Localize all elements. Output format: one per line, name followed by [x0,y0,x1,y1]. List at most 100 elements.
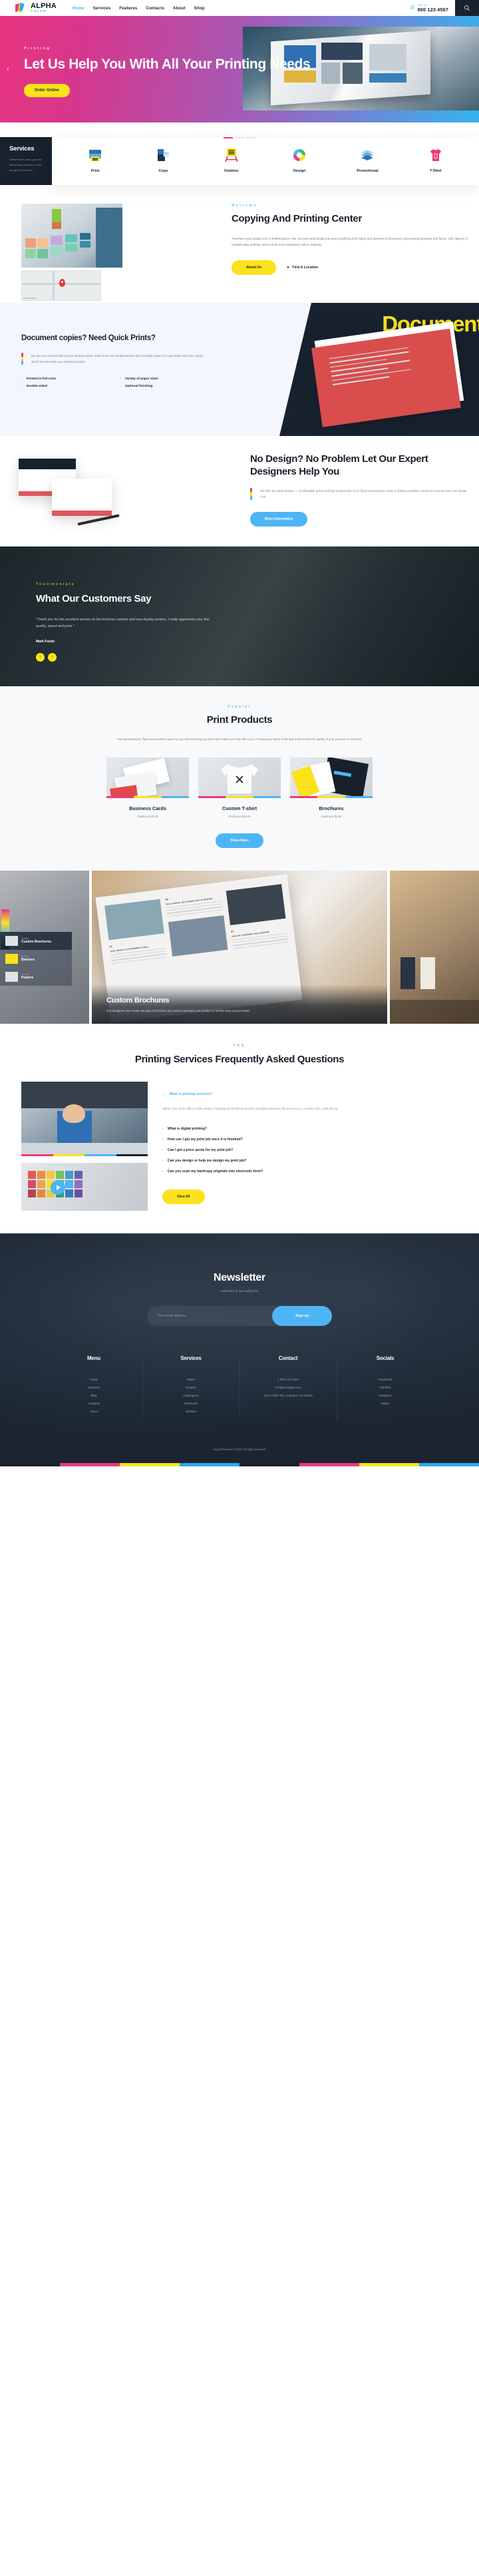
footer-link[interactable]: Services [45,1384,142,1392]
chevron-right-icon: › [120,376,121,381]
faq-kicker: FAQ [234,1043,245,1048]
gallery-right-image [390,870,479,1024]
feature-item: › Double-sided [21,384,109,389]
call-us-block[interactable]: ✆ Call us 800 123 4567 [410,3,455,13]
about-us-button[interactable]: About Us [232,260,277,276]
thumbnail-icon [5,935,18,946]
service-label-copy: Copy [158,169,168,173]
show-more-button[interactable]: Show More [216,833,263,848]
view-all-button[interactable]: View All [162,1189,205,1205]
footer-link[interactable]: Posters [142,1384,240,1392]
footer-column-services: Services Flyers Posters Catalogues Postc… [142,1355,240,1420]
hero-order-button[interactable]: Order Online [24,83,70,97]
chevron-down-icon: ⌄ [162,1092,166,1097]
faq-open-answer: Alpha Color Store offers a wide variety … [162,1107,338,1111]
social-link-facebook[interactable]: Facebook [337,1376,434,1384]
faq-question[interactable]: › Can you scan my hardcopy originals into… [162,1166,458,1177]
footer-link[interactable]: Blog [45,1392,142,1400]
footer-column-title: Menu [86,1355,101,1362]
color-wheel-icon [281,146,318,164]
gallery-main-image[interactable]: 01 THIS THING IS DISTURBINGLY REAL 02 NO… [92,870,387,1024]
faq-question[interactable]: › How can I get my print job once it is f… [162,1134,458,1145]
faq-open-question[interactable]: ⌄ What is printing services? [162,1092,458,1096]
footer-cmyk-bar [0,1462,479,1466]
footer-column-title: Contact [278,1355,298,1362]
footer-column-title: Services [180,1355,202,1362]
nav-item-services[interactable]: Services [93,6,111,11]
landing-page: ALPHA COLOR Home Services Features Conta… [0,0,479,1466]
chevron-right-icon: › [162,1158,164,1163]
testimonial-nav[interactable]: ‹ › [36,652,220,662]
location-map[interactable]: Map data ©2023 [21,270,101,301]
no-design-title: No Design? No Problem Let Our Expert Des… [250,453,428,477]
welcome-section: Map data ©2023 Welcome Copying And Print… [0,185,479,301]
newsletter-form: Sign up [147,1306,332,1327]
main-nav[interactable]: Home Services Features Contacts About Sh… [73,6,205,11]
footer-link[interactable]: Contacts [45,1400,142,1408]
search-button[interactable] [455,0,479,16]
service-item-tshirt[interactable]: T-Shirt [417,146,454,174]
cmyk-divider [198,795,281,798]
footer-link[interactable]: About [45,1408,142,1416]
service-item-outdoor[interactable]: Outdoor [213,146,250,174]
faq-section: FAQ Printing Services Frequently Asked Q… [0,1024,479,1234]
hero-dot-3[interactable] [246,137,255,138]
faq-question[interactable]: › Can I get a price quote for my print jo… [162,1145,458,1156]
footer-email[interactable]: info@example.com [240,1384,337,1392]
no-design-text: We offer top class designs — at affordab… [260,489,467,499]
nav-item-home[interactable]: Home [73,6,84,11]
hero-prev-arrow[interactable]: ‹ [7,65,9,73]
newsletter-title: Newsletter [214,1272,265,1284]
gallery-menu-item-brochures[interactable]: Printing Custom Brochures [0,931,72,950]
nav-item-shop[interactable]: Shop [194,6,205,11]
welcome-title: Copying And Printing Center [232,213,362,224]
find-location-link[interactable]: ➤ Find A Location [287,266,318,270]
footer-link[interactable]: Postcards [142,1400,240,1408]
social-link-twitter[interactable]: Twitter [337,1400,434,1408]
nav-item-features[interactable]: Features [119,6,137,11]
newsletter-email-input[interactable] [147,1314,272,1319]
footer-link[interactable]: Flyers [142,1376,240,1384]
footer-phone[interactable]: 1 800 123 4567 [240,1376,337,1384]
products-title: Print Products [206,714,273,726]
nav-item-contacts[interactable]: Contacts [146,6,164,11]
nav-item-about[interactable]: About [173,6,186,11]
faq-question[interactable]: › What is digital printing? [162,1124,458,1134]
footer-link[interactable]: Catalogues [142,1392,240,1400]
more-information-button[interactable]: More Information [250,512,308,527]
no-design-content: No Design? No Problem Let Our Expert Des… [250,453,479,527]
product-card[interactable]: Brochures Starting at $8.99 [290,757,373,818]
hero-dot-2[interactable] [235,137,244,138]
testimonial-prev-button[interactable]: ‹ [36,652,45,662]
footer-columns: Menu Home Services Blog Contacts About S… [0,1355,479,1438]
faq-title: Printing Services Frequently Asked Quest… [134,1053,345,1065]
menu-label: Banners [21,958,35,963]
faq-question[interactable]: › Can you design or help me design my pri… [162,1156,458,1166]
product-card[interactable]: Custom T-shirt Starting at $16.00 [198,757,281,818]
product-card[interactable]: Business Cards Starting at $8.99 [106,757,189,818]
footer-link[interactable]: Stickers [142,1408,240,1416]
doccopy-features: › Printed in full-color › Variety of paper… [21,377,208,388]
footer-address: 1122 Potter Rd, Antelope, CA 32802 [263,1394,313,1398]
hero-pagination[interactable] [224,137,255,138]
social-link-dribbble[interactable]: Dribbble [337,1384,434,1392]
testimonial-next-button[interactable]: › [48,652,57,662]
gallery-category-menu[interactable]: Printing Custom Brochures Printing Banne… [0,931,72,986]
gallery-menu-item-posters[interactable]: Printing Posters [0,967,72,986]
call-us-number: 800 123 4567 [417,7,448,13]
testimonial-card: Testimonials What Our Customers Say "Tha… [0,546,220,662]
hero-dot-1[interactable] [224,137,233,138]
menu-label: Posters [21,976,34,980]
newsletter-signup-button[interactable]: Sign up [272,1306,332,1327]
service-item-print[interactable]: Print [77,146,114,174]
doccopy-content: Document copies? Need Quick Prints? We g… [21,333,208,388]
service-item-promotional[interactable]: Promotional [349,146,386,174]
brand-logo[interactable]: ALPHA COLOR [15,2,57,14]
footer-link[interactable]: Home [45,1376,142,1384]
thumbnail-icon [5,971,18,982]
service-item-design[interactable]: Design [281,146,318,174]
social-link-instagram[interactable]: Instagram [337,1392,434,1400]
service-item-copy[interactable]: Copy [144,146,182,174]
footer-column-title: Socials [376,1355,395,1362]
gallery-menu-item-banners[interactable]: Printing Banners [0,949,72,968]
